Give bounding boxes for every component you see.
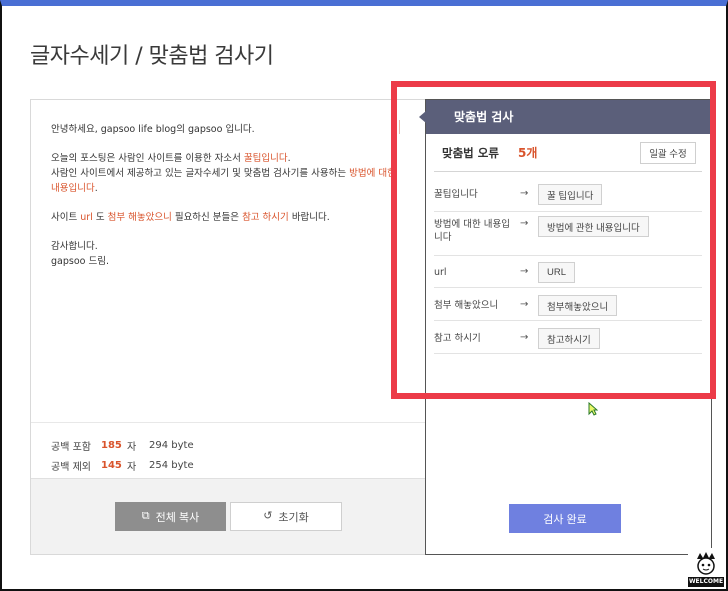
reset-label: 초기화 (278, 511, 309, 524)
arrow-right-icon: → (520, 188, 529, 199)
original-text: 방법에 대한 내용입니다 (434, 219, 510, 243)
suggestion-fix-button[interactable]: 방법에 관한 내용입니다 (538, 216, 649, 237)
spelling-error-highlight[interactable]: 첨부 해놓았으니 (108, 212, 172, 223)
editor-paragraph: 감사합니다. gapsoo 드림. (51, 239, 396, 269)
spellcheck-panel: 맞춤법 검사 맞춤법 오류 5개 일괄 수정 꿀팁입니다 → 꿀 팁입니다방법에 대… (419, 99, 712, 555)
spellcheck-header: 맞춤법 검사 (419, 100, 711, 134)
count-row-with-space: 공백 포함 185 자 294 byte (51, 435, 405, 455)
editor-text-segment: . (287, 153, 291, 164)
char-unit: 자 (127, 441, 137, 453)
text-editor[interactable]: 안녕하세요, gapsoo life blog의 gapsoo 입니다. 오늘의… (30, 99, 426, 555)
suggestion-fix-button[interactable]: URL (538, 262, 576, 283)
suggestion-row: 꿀팁입니다 → 꿀 팁입니다 (434, 176, 702, 212)
original-text: 꿀팁입니다 (434, 189, 478, 200)
byte-count: 294 byte (149, 439, 194, 451)
char-unit: 자 (127, 461, 137, 473)
copy-all-label: 전체 복사 (155, 511, 200, 524)
arrow-right-icon: → (520, 299, 529, 310)
arrow-right-icon: → (520, 266, 529, 277)
spelling-error-highlight[interactable]: url (80, 212, 93, 223)
welcome-caption: WELCOME (688, 577, 724, 587)
editor-text-segment: 사이트 (51, 212, 81, 223)
suggestion-fix-button[interactable]: 꿀 팁입니다 (538, 184, 603, 205)
suggestion-list: 꿀팁입니다 → 꿀 팁입니다방법에 대한 내용입니다 → 방법에 관한 내용입니다 url… (434, 176, 702, 354)
welcome-mascot-logo: WELCOME (688, 548, 724, 588)
mascot-icon (697, 552, 715, 575)
char-count-value: 185 (101, 439, 122, 451)
editor-text-segment: 필요하신 분들은 (171, 212, 243, 223)
suggestion-row: 첨부 해놓았으니 → 첨부해놓았으니 (434, 288, 702, 321)
char-count-panel: 공백 포함 185 자 294 byte 공백 제외 145 자 254 byt… (31, 422, 425, 478)
refresh-icon: ↺ (263, 510, 273, 522)
suggestion-row: 방법에 대한 내용입니다 → 방법에 관한 내용입니다 (434, 212, 702, 256)
check-done-button[interactable]: 검사 완료 (509, 504, 621, 533)
byte-count: 254 byte (149, 459, 194, 471)
suggestion-fix-button[interactable]: 참고하시기 (538, 328, 600, 349)
editor-paragraph: 사이트 url 도 첨부 해놓았으니 필요하신 분들은 참고 하시기 바랍니다. (51, 210, 396, 225)
error-label: 맞춤법 오류 (442, 146, 499, 160)
count-label: 공백 제외 (51, 461, 91, 473)
editor-text-area[interactable]: 안녕하세요, gapsoo life blog의 gapsoo 입니다. 오늘의… (51, 122, 396, 283)
editor-paragraph: 안녕하세요, gapsoo life blog의 gapsoo 입니다. (51, 122, 396, 137)
editor-text-segment: 사람인 사이트에서 제공하고 있는 글자수세기 및 맞춤법 검사기를 사용하는 (51, 168, 350, 179)
editor-text-segment: . (94, 183, 98, 194)
reset-button[interactable]: ↺ 초기화 (230, 502, 342, 531)
char-count-value: 145 (101, 459, 122, 471)
error-summary: 맞춤법 오류 5개 일괄 수정 (434, 134, 702, 172)
editor-text-segment: gapsoo 드림. (51, 256, 109, 267)
text-caret (399, 120, 407, 134)
original-text: url (434, 267, 447, 278)
editor-actions: ⧉ 전체 복사 ↺ 초기화 (31, 478, 425, 554)
editor-text-segment: 도 (92, 212, 108, 223)
spelling-error-highlight[interactable]: 꿀팁입니다 (244, 153, 288, 164)
count-label: 공백 포함 (51, 441, 91, 453)
editor-text-segment: 오늘의 포스팅은 사람인 사이트를 이용한 자소서 (51, 153, 244, 164)
copy-icon: ⧉ (141, 510, 150, 522)
editor-text-segment: 안녕하세요, gapsoo life blog의 gapsoo 입니다. (51, 124, 255, 135)
editor-text-segment: 감사합니다. (51, 241, 98, 252)
arrow-right-icon: → (520, 332, 529, 343)
spelling-error-highlight[interactable]: 참고 하시기 (242, 212, 289, 223)
copy-all-button[interactable]: ⧉ 전체 복사 (115, 502, 226, 531)
fix-all-button[interactable]: 일괄 수정 (640, 142, 696, 164)
original-text: 참고 하시기 (434, 333, 481, 344)
count-row-without-space: 공백 제외 145 자 254 byte (51, 455, 405, 475)
suggestion-fix-button[interactable]: 첨부해놓았으니 (538, 295, 618, 316)
suggestion-row: url → URL (434, 256, 702, 288)
editor-paragraph: 오늘의 포스팅은 사람인 사이트를 이용한 자소서 꿀팁입니다. 사람인 사이트에… (51, 151, 396, 196)
error-count: 5개 (518, 146, 538, 160)
suggestion-row: 참고 하시기 → 참고하시기 (434, 321, 702, 354)
arrow-right-icon: → (520, 218, 529, 229)
editor-text-segment: 바랍니다. (288, 212, 330, 223)
original-text: 첨부 해놓았으니 (434, 300, 499, 311)
page-title: 글자수세기 / 맞춤법 검사기 (30, 44, 274, 69)
mouse-pointer-icon (588, 402, 598, 416)
